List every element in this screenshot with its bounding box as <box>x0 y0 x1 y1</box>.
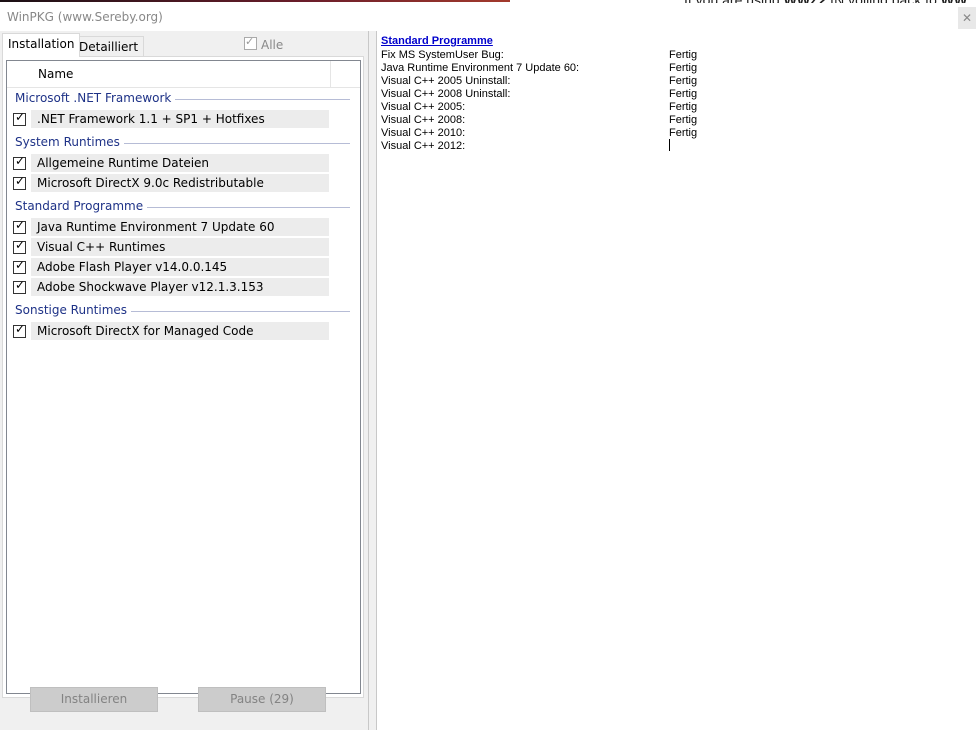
tab-installation[interactable]: Installation <box>2 33 81 57</box>
group-title: Microsoft .NET Framework <box>15 91 176 105</box>
pause-button[interactable]: Pause (29) <box>198 687 326 712</box>
group-title: Standard Programme <box>15 199 148 213</box>
column-name-label: Name <box>38 67 74 81</box>
list-column-header[interactable]: Name <box>7 61 360 88</box>
log-row-key: Visual C++ 2012: <box>381 140 466 152</box>
checkbox-checked-icon[interactable] <box>13 322 26 338</box>
checkbox-checked-icon[interactable] <box>13 258 26 274</box>
checkbox-checked-icon[interactable] <box>13 174 26 190</box>
log-row-status: Fertig <box>669 75 698 87</box>
log-row-key: Visual C++ 2008: <box>381 114 466 126</box>
log-row-status: Fertig <box>669 114 698 126</box>
list-item-label: .NET Framework 1.1 + SP1 + Hotfixes <box>31 110 329 128</box>
checkbox-checked-icon[interactable] <box>13 218 26 234</box>
list-item-label: Adobe Shockwave Player v12.1.3.153 <box>31 278 329 296</box>
window-title: WinPKG (www.Sereby.org) <box>7 10 163 24</box>
column-separator[interactable] <box>330 61 331 87</box>
log-row-key: Java Runtime Environment 7 Update 60: <box>381 62 580 74</box>
log-row-key: Visual C++ 2010: <box>381 127 466 139</box>
group-header-standard-programme: Standard Programme <box>15 199 350 215</box>
log-row-key: Visual C++ 2008 Uninstall: <box>381 88 511 100</box>
tab-detailliert[interactable]: Detailliert <box>73 36 145 57</box>
list-item-label: Allgemeine Runtime Dateien <box>31 154 329 172</box>
group-header-sonstige-runtimes: Sonstige Runtimes <box>15 303 350 319</box>
background-window-accent <box>0 0 510 2</box>
title-bar: WinPKG (www.Sereby.org) ✕ <box>0 3 976 31</box>
close-icon[interactable]: ✕ <box>958 7 976 29</box>
log-row-key: Visual C++ 2005 Uninstall: <box>381 75 511 87</box>
package-list[interactable]: Name Microsoft .NET Framework .NET Frame… <box>6 60 361 694</box>
checkbox-checked-icon[interactable] <box>13 154 26 170</box>
group-header-dotnet: Microsoft .NET Framework <box>15 91 350 107</box>
log-row-status: Fertig <box>669 62 698 74</box>
checkbox-checked-icon[interactable] <box>13 278 26 294</box>
alle-checkbox[interactable]: Alle <box>244 35 284 52</box>
list-item-label: Microsoft DirectX 9.0c Redistributable <box>31 174 329 192</box>
checkbox-checked-icon[interactable] <box>13 110 26 126</box>
text-caret <box>669 139 670 151</box>
tab-page-installation: Name Microsoft .NET Framework .NET Frame… <box>2 56 364 698</box>
install-button[interactable]: Installieren <box>30 687 158 712</box>
panel-divider[interactable] <box>368 31 369 730</box>
log-row-status: Fertig <box>669 49 698 61</box>
alle-label: Alle <box>261 38 284 52</box>
checkbox-checked-icon[interactable] <box>13 238 26 254</box>
log-row-key: Fix MS SystemUser Bug: <box>381 49 504 61</box>
log-row-status: Fertig <box>669 101 698 113</box>
log-row-status: Fertig <box>669 88 698 100</box>
log-row-key: Visual C++ 2005: <box>381 101 466 113</box>
group-title: System Runtimes <box>15 135 124 149</box>
list-item-label: Microsoft DirectX for Managed Code <box>31 322 329 340</box>
group-title: Sonstige Runtimes <box>15 303 132 317</box>
list-item-label: Java Runtime Environment 7 Update 60 <box>31 218 329 236</box>
log-panel[interactable]: Standard Programme Fix MS SystemUser Bug… <box>376 31 976 730</box>
list-item-label: Adobe Flash Player v14.0.0.145 <box>31 258 329 276</box>
list-item-label: Visual C++ Runtimes <box>31 238 329 256</box>
log-heading: Standard Programme <box>381 35 493 47</box>
alle-check-icon <box>244 35 257 50</box>
group-header-system-runtimes: System Runtimes <box>15 135 350 151</box>
log-row-status: Fertig <box>669 127 698 139</box>
left-panel: Installation Detailliert Alle Name Micro… <box>0 31 368 730</box>
